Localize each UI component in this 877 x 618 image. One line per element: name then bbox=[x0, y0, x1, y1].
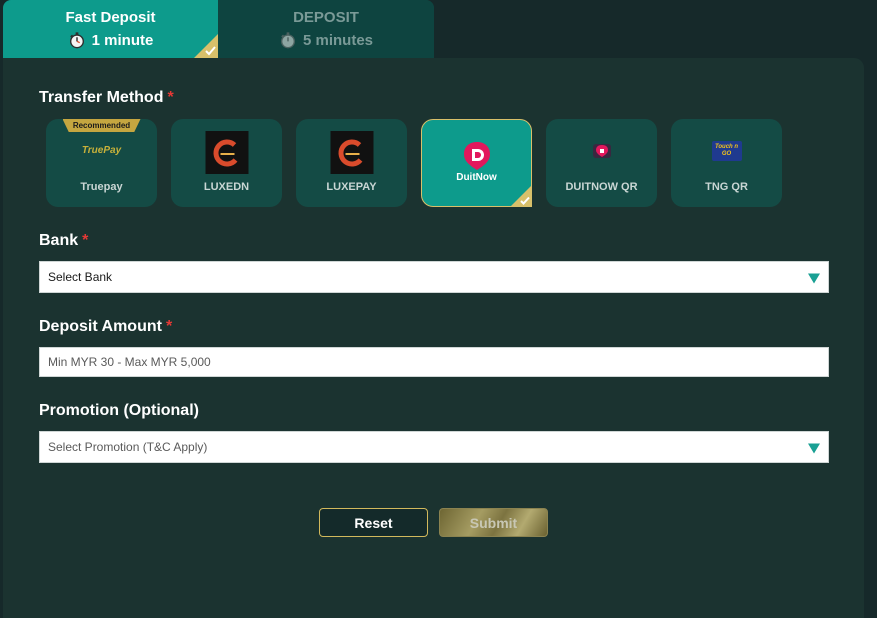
tng-logo: Touch n GO bbox=[711, 141, 742, 161]
method-label: TNG QR bbox=[705, 181, 748, 193]
duitnow-logo-text: DuitNow bbox=[456, 172, 497, 183]
deposit-amount-field[interactable] bbox=[39, 347, 829, 377]
selected-check-icon bbox=[194, 34, 218, 58]
promotion-select-value: Select Promotion (T&C Apply) bbox=[48, 440, 208, 454]
selected-check-icon bbox=[510, 185, 532, 207]
caret-down-icon bbox=[808, 443, 820, 454]
transfer-method-label: Transfer Method * bbox=[39, 89, 174, 106]
method-truepay[interactable]: Recommended TruePay Truepay bbox=[46, 119, 157, 207]
bank-select-value: Select Bank bbox=[48, 270, 113, 284]
deposit-amount-label: Deposit Amount * bbox=[39, 318, 173, 335]
reset-button[interactable]: Reset bbox=[319, 508, 428, 537]
tab-fast-deposit-title: Fast Deposit bbox=[65, 9, 156, 26]
required-mark: * bbox=[165, 318, 173, 335]
bank-select[interactable]: Select Bank bbox=[39, 261, 829, 293]
stopwatch-icon bbox=[69, 32, 84, 49]
deposit-form-panel: Transfer Method * Recommended TruePay Tru… bbox=[3, 58, 864, 618]
truepay-logo: TruePay bbox=[81, 145, 122, 156]
method-luxepay[interactable]: LUXEPAY bbox=[296, 119, 407, 207]
tab-fast-deposit[interactable]: Fast Deposit 1 minute bbox=[3, 0, 218, 58]
tab-deposit[interactable]: DEPOSIT 5 minutes bbox=[218, 0, 434, 58]
required-mark: * bbox=[167, 89, 174, 106]
bank-label: Bank * bbox=[39, 232, 89, 249]
method-label: LUXEDN bbox=[203, 181, 250, 193]
tab-fast-deposit-time: 1 minute bbox=[91, 31, 154, 49]
recommended-badge: Recommended bbox=[62, 119, 141, 132]
promotion-label: Promotion (Optional) bbox=[39, 402, 199, 419]
deposit-tabs: Fast Deposit 1 minute DEPOSIT 5 minutes bbox=[3, 0, 434, 58]
method-label: DUITNOW QR bbox=[565, 181, 638, 193]
method-tng-qr[interactable]: Touch n GO TNG QR bbox=[671, 119, 782, 207]
method-duitnow[interactable]: DuitNow bbox=[421, 119, 532, 207]
method-label: Truepay bbox=[80, 181, 123, 193]
method-label: LUXEPAY bbox=[326, 181, 377, 193]
duitnow-logo bbox=[463, 142, 490, 170]
promotion-select[interactable]: Select Promotion (T&C Apply) bbox=[39, 431, 829, 463]
luxepay-logo bbox=[330, 131, 373, 174]
tab-deposit-title: DEPOSIT bbox=[293, 9, 359, 26]
method-duitnow-qr[interactable]: DUITNOW QR bbox=[546, 119, 657, 207]
caret-down-icon bbox=[808, 273, 820, 284]
required-mark: * bbox=[82, 232, 89, 249]
duitnow-qr-logo bbox=[592, 144, 611, 158]
luxedn-logo bbox=[205, 131, 248, 174]
method-luxedn[interactable]: LUXEDN bbox=[171, 119, 282, 207]
submit-button[interactable]: Submit bbox=[439, 508, 548, 537]
deposit-amount-input[interactable] bbox=[48, 348, 828, 376]
tab-deposit-time: 5 minutes bbox=[302, 31, 374, 49]
stopwatch-icon bbox=[281, 32, 295, 49]
